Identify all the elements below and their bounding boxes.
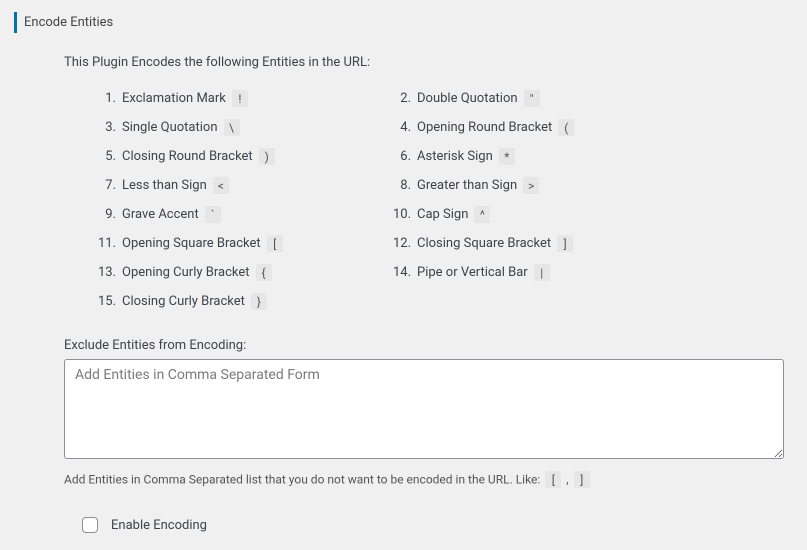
- exclude-entities-input[interactable]: [64, 359, 784, 459]
- enable-encoding-checkbox[interactable]: [82, 517, 98, 533]
- entity-label: Closing Curly Bracket: [122, 294, 245, 309]
- entity-row: 3. Single Quotation \ 4. Opening Round Brack…: [98, 113, 793, 142]
- entity-item: 14. Pipe or Vertical Bar |: [393, 258, 793, 287]
- entity-symbol-chip: `: [205, 206, 221, 223]
- entity-symbol-chip: ^: [474, 206, 490, 223]
- entity-item: 2. Double Quotation ": [393, 84, 793, 113]
- entity-label: Exclamation Mark: [122, 91, 226, 106]
- entity-label: Opening Curly Bracket: [122, 265, 250, 280]
- entity-label: Less than Sign: [122, 178, 207, 193]
- entity-number: 10.: [393, 207, 411, 222]
- entity-item: 9. Grave Accent `: [98, 200, 393, 229]
- entity-symbol-chip: |: [534, 264, 550, 281]
- hint-sep: ,: [566, 473, 568, 487]
- entity-number: 3.: [98, 120, 116, 135]
- entity-label: Pipe or Vertical Bar: [417, 265, 528, 280]
- entity-item: 10. Cap Sign ^: [393, 200, 793, 229]
- entity-symbol-chip: \: [224, 119, 240, 136]
- entity-item: 4. Opening Round Bracket (: [393, 113, 793, 142]
- entity-row: 11. Opening Square Bracket [12. Closing Squ…: [98, 229, 793, 258]
- exclude-label: Exclude Entities from Encoding:: [64, 338, 793, 353]
- entity-number: 8.: [393, 178, 411, 193]
- entity-label: Closing Round Bracket: [122, 149, 253, 164]
- entity-label: Single Quotation: [122, 120, 218, 135]
- entity-number: 5.: [98, 149, 116, 164]
- entities-list: 1. Exclamation Mark! 2. Double Quotation " 3.…: [64, 84, 793, 316]
- entity-item: 13. Opening Curly Bracket {: [98, 258, 393, 287]
- entity-symbol-chip: ]: [557, 235, 573, 252]
- entity-row: 15. Closing Curly Bracket}: [98, 287, 793, 316]
- entity-number: 4.: [393, 120, 411, 135]
- intro-text: This Plugin Encodes the following Entiti…: [64, 55, 793, 70]
- entity-label: Cap Sign: [417, 207, 468, 222]
- entity-number: 12.: [393, 236, 411, 251]
- entity-label: Closing Square Bracket: [417, 236, 551, 251]
- entity-item: 6. Asterisk Sign *: [393, 142, 793, 171]
- entity-number: 15.: [98, 294, 116, 309]
- entity-symbol-chip: >: [523, 177, 539, 194]
- entity-symbol-chip: }: [251, 293, 267, 310]
- entity-row: 7. Less than Sign <8. Greater than Sign >: [98, 171, 793, 200]
- entity-symbol-chip: !: [232, 90, 248, 107]
- entity-label: Greater than Sign: [417, 178, 517, 193]
- entity-item: 1. Exclamation Mark!: [98, 84, 393, 113]
- entity-number: 1.: [98, 91, 116, 106]
- entity-item: 8. Greater than Sign >: [393, 171, 793, 200]
- entity-label: Opening Round Bracket: [417, 120, 552, 135]
- entity-number: 9.: [98, 207, 116, 222]
- entity-label: Grave Accent: [122, 207, 199, 222]
- entity-symbol-chip: <: [213, 177, 229, 194]
- entity-label: Asterisk Sign: [417, 149, 493, 164]
- entity-row: 13. Opening Curly Bracket {14. Pipe or Vert…: [98, 258, 793, 287]
- entity-item: 12. Closing Square Bracket]: [393, 229, 793, 258]
- entity-item: 5. Closing Round Bracket): [98, 142, 393, 171]
- entity-item: 7. Less than Sign <: [98, 171, 393, 200]
- entity-item: 3. Single Quotation \: [98, 113, 393, 142]
- enable-encoding-row: Enable Encoding: [64, 514, 793, 536]
- encode-entities-panel: Encode Entities This Plugin Encodes the …: [0, 0, 807, 550]
- panel-content: This Plugin Encodes the following Entiti…: [14, 55, 793, 536]
- entity-label: Opening Square Bracket: [122, 236, 261, 251]
- entity-row: 5. Closing Round Bracket) 6. Asterisk Sign *: [98, 142, 793, 171]
- enable-encoding-label: Enable Encoding: [111, 518, 207, 533]
- entity-row: 9. Grave Accent ` 10. Cap Sign ^: [98, 200, 793, 229]
- entity-row: 1. Exclamation Mark! 2. Double Quotation ": [98, 84, 793, 113]
- entity-number: 2.: [393, 91, 411, 106]
- entity-symbol-chip: [: [267, 235, 283, 252]
- hint-chip-2: ]: [574, 471, 590, 488]
- entity-number: 13.: [98, 265, 116, 280]
- entity-symbol-chip: ): [259, 148, 275, 165]
- entity-number: 6.: [393, 149, 411, 164]
- panel-title: Encode Entities: [14, 12, 793, 33]
- entity-label: Double Quotation: [417, 91, 518, 106]
- entity-symbol-chip: {: [256, 264, 272, 281]
- entity-symbol-chip: *: [499, 148, 515, 165]
- entity-item: 11. Opening Square Bracket [: [98, 229, 393, 258]
- exclude-hint: Add Entities in Comma Separated list tha…: [64, 471, 793, 488]
- entity-symbol-chip: (: [558, 119, 574, 136]
- entity-number: 11.: [98, 236, 116, 251]
- entity-number: 14.: [393, 265, 411, 280]
- hint-text: Add Entities in Comma Separated list tha…: [64, 473, 540, 487]
- hint-chip-1: [: [545, 471, 561, 488]
- entity-item: 15. Closing Curly Bracket}: [98, 287, 393, 316]
- entity-number: 7.: [98, 178, 116, 193]
- entity-item: [393, 287, 793, 316]
- entity-symbol-chip: ": [524, 90, 540, 107]
